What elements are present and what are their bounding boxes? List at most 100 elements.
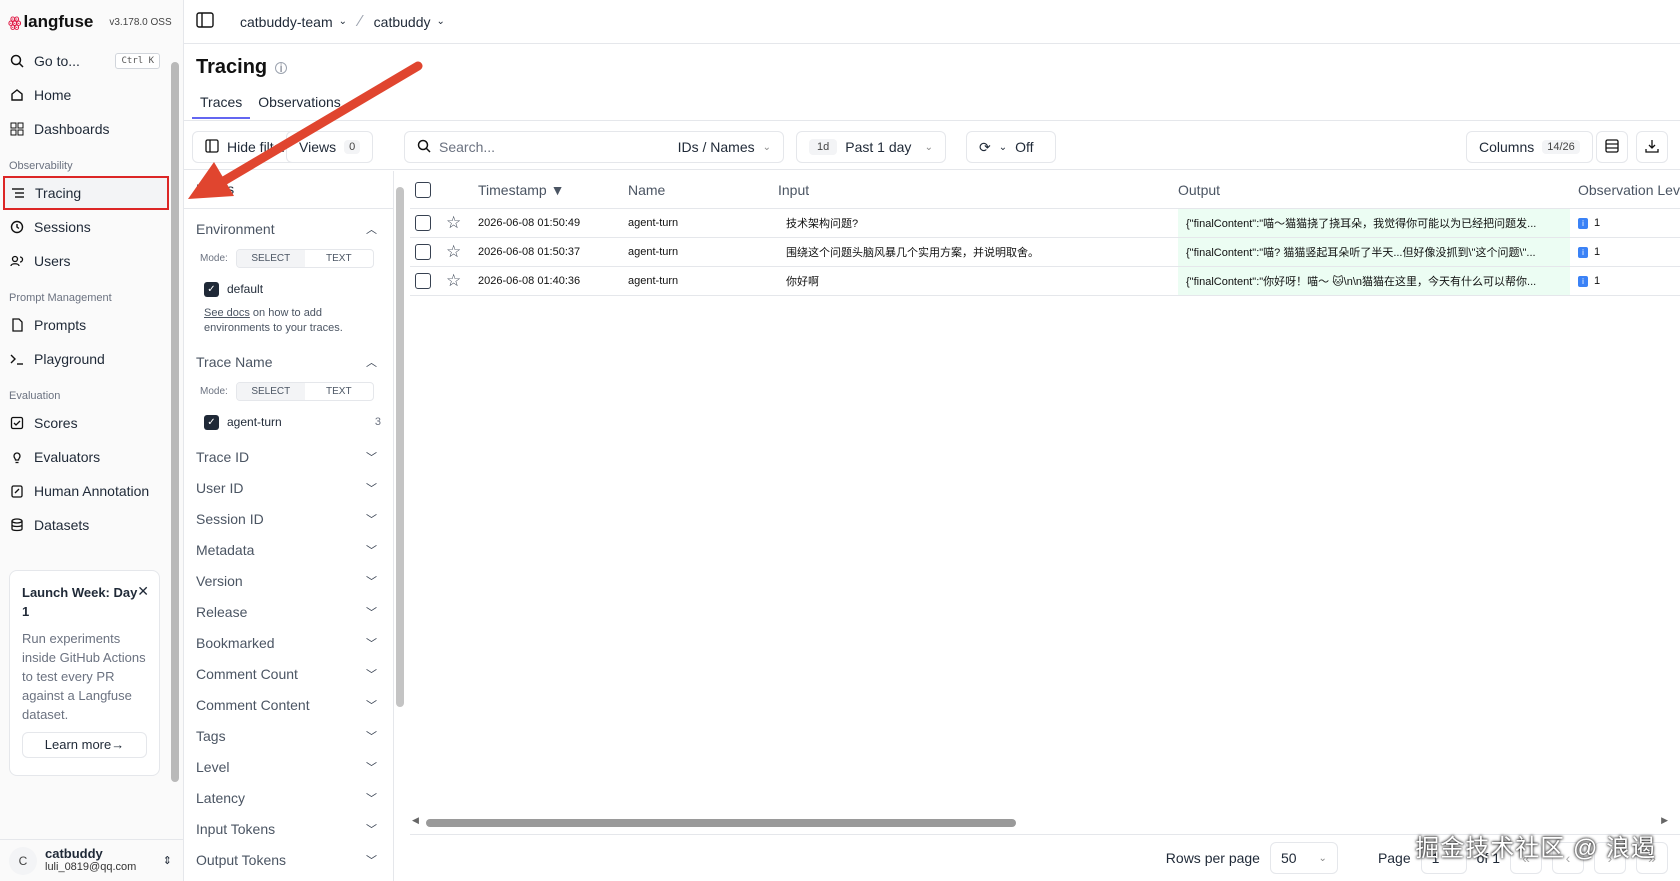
facet-comment-content[interactable]: Comment Content ﹀ — [184, 689, 393, 720]
date-range-picker[interactable]: 1d Past 1 day ⌄ — [796, 131, 946, 163]
mode-toggle[interactable]: SELECT TEXT — [235, 381, 374, 401]
brand[interactable]: ꙮ langfuse v3.178.0 OSS — [0, 0, 183, 44]
sidebar-item-tracing[interactable]: Tracing — [3, 176, 169, 210]
scroll-right-icon[interactable]: ▶ — [1661, 815, 1668, 826]
cell-input[interactable]: 你好啊 — [778, 267, 1168, 295]
row-checkbox[interactable] — [415, 244, 431, 260]
cell-output[interactable]: {"finalContent":"喵? 猫猫竖起耳朵听了半天...但好像没抓到\… — [1178, 238, 1570, 266]
filters-scroll-thumb[interactable] — [396, 187, 404, 707]
col-input[interactable]: Input — [778, 171, 809, 208]
sidebar-item-sessions[interactable]: Sessions — [0, 210, 170, 244]
sidebar-item-human-annotation[interactable]: Human Annotation — [0, 474, 170, 508]
project-name: catbuddy — [373, 13, 431, 30]
refresh-control[interactable]: ⟳ ⌄ Off — [966, 131, 1056, 163]
cell-input[interactable]: 技术架构问题? — [778, 209, 1168, 237]
star-icon[interactable]: ☆ — [446, 209, 461, 237]
sidebar-item-users[interactable]: Users — [0, 244, 170, 278]
search-input[interactable]: Search... — [439, 139, 495, 155]
environment-option-default[interactable]: ✓ default — [184, 272, 393, 306]
close-icon[interactable]: ✕ — [137, 583, 149, 600]
facet-level[interactable]: Level ﹀ — [184, 751, 393, 782]
option-label: default — [227, 282, 264, 296]
mode-toggle[interactable]: SELECT TEXT — [235, 248, 374, 268]
facet-session-id[interactable]: Session ID ﹀ — [184, 503, 393, 534]
sidebar-scroll-thumb[interactable] — [171, 62, 179, 782]
clock-icon — [9, 219, 25, 235]
org-selector[interactable]: catbuddy-team ⌄ — [240, 14, 347, 30]
columns-button[interactable]: Columns 14/26 — [1466, 131, 1593, 163]
users-icon — [9, 253, 25, 269]
sidebar-item-playground[interactable]: Playground — [0, 342, 170, 376]
col-observation-level[interactable]: Observation Lev — [1578, 171, 1680, 208]
col-output[interactable]: Output — [1178, 171, 1220, 208]
col-name[interactable]: Name — [628, 171, 665, 208]
facet-bookmarked[interactable]: Bookmarked ﹀ — [184, 627, 393, 658]
row-checkbox[interactable] — [415, 215, 431, 231]
tab-observations[interactable]: Observations — [250, 86, 348, 119]
learn-more-button[interactable]: Learn more→ — [22, 732, 147, 758]
table-row[interactable]: ☆ 2026-06-08 01:50:37 agent-turn 围绕这个问题头… — [410, 238, 1680, 267]
facet-release[interactable]: Release ﹀ — [184, 596, 393, 627]
star-icon[interactable]: ☆ — [446, 267, 461, 295]
cell-output[interactable]: {"finalContent":"你好呀！喵～ 🐱\n\n猫猫在这里，今天有什么… — [1178, 267, 1570, 295]
environment-mode: Mode: SELECT TEXT — [184, 244, 393, 272]
select-all-checkbox[interactable] — [415, 181, 431, 198]
facet-version[interactable]: Version ﹀ — [184, 565, 393, 596]
info-icon[interactable]: i — [275, 61, 288, 75]
mode-select[interactable]: SELECT — [236, 249, 305, 267]
facet-latency[interactable]: Latency ﹀ — [184, 782, 393, 813]
search-mode-select[interactable]: IDs / Names ⌄ — [678, 139, 771, 155]
project-selector[interactable]: catbuddy ⌄ — [374, 14, 445, 30]
checkbox-checked[interactable]: ✓ — [204, 281, 219, 297]
user-menu[interactable]: C catbuddy luli_0819@qq.com ⇕ — [0, 839, 184, 881]
sidebar-toggle-icon[interactable] — [196, 12, 214, 31]
goto-button[interactable]: Go to... Ctrl K — [0, 44, 170, 78]
download-button[interactable] — [1636, 131, 1668, 163]
row-density-button[interactable] — [1596, 131, 1628, 163]
facet-output-tokens[interactable]: Output Tokens ﹀ — [184, 844, 393, 875]
mode-select[interactable]: SELECT — [236, 382, 305, 400]
facet-comment-count[interactable]: Comment Count ﹀ — [184, 658, 393, 689]
col-timestamp[interactable]: Timestamp ▼ — [478, 171, 564, 208]
row-checkbox[interactable] — [415, 273, 431, 289]
cell-name[interactable]: agent-turn — [628, 267, 678, 295]
chevron-down-icon: ﹀ — [366, 792, 377, 805]
sidebar-scrollbar[interactable] — [171, 50, 179, 820]
rows-per-page-select[interactable]: 50 ⌄ — [1269, 842, 1338, 874]
sidebar-item-evaluators[interactable]: Evaluators — [0, 440, 170, 474]
facet-input-tokens[interactable]: Input Tokens ﹀ — [184, 813, 393, 844]
star-icon[interactable]: ☆ — [446, 238, 461, 266]
cell-input[interactable]: 围绕这个问题头脑风暴几个实用方案，并说明取舍。 — [778, 238, 1168, 266]
sidebar-item-prompts[interactable]: Prompts — [0, 308, 170, 342]
table-row[interactable]: ☆ 2026-06-08 01:40:36 agent-turn 你好啊 {"f… — [410, 267, 1680, 296]
sidebar-item-home[interactable]: Home — [0, 78, 170, 112]
checkbox-checked[interactable]: ✓ — [204, 414, 219, 430]
sidebar-item-scores[interactable]: Scores — [0, 406, 170, 440]
filters-scrollbar[interactable] — [396, 177, 404, 877]
sidebar-item-datasets[interactable]: Datasets — [0, 508, 170, 542]
cell-output[interactable]: {"finalContent":"喵～猫猫挠了挠耳朵，我觉得你可能以为已经把问题… — [1178, 209, 1570, 237]
cell-name[interactable]: agent-turn — [628, 238, 678, 266]
org-name: catbuddy-team — [240, 13, 333, 30]
views-button[interactable]: Views 0 — [286, 131, 374, 163]
search-box[interactable]: Search... IDs / Names ⌄ — [404, 131, 784, 163]
see-docs-link[interactable]: See docs — [204, 307, 250, 319]
horizontal-scroll-thumb[interactable] — [426, 819, 1016, 827]
sidebar-item-dashboards[interactable]: Dashboards — [0, 112, 170, 146]
facet-user-id[interactable]: User ID ﹀ — [184, 472, 393, 503]
facet-trace-name[interactable]: Trace Name ︿ — [184, 346, 393, 377]
facet-trace-id[interactable]: Trace ID ﹀ — [184, 441, 393, 472]
mode-text[interactable]: TEXT — [305, 383, 373, 400]
cell-name[interactable]: agent-turn — [628, 209, 678, 237]
tab-traces[interactable]: Traces — [192, 86, 251, 119]
facet-tags[interactable]: Tags ﹀ — [184, 720, 393, 751]
facet-environment[interactable]: Environment ︿ — [184, 213, 393, 244]
trace-name-option[interactable]: ✓ agent-turn 3 — [184, 405, 393, 439]
check-square-icon — [9, 415, 25, 431]
facet-metadata[interactable]: Metadata ﹀ — [184, 534, 393, 565]
mode-text[interactable]: TEXT — [305, 250, 373, 267]
scroll-left-icon[interactable]: ◀ — [412, 815, 419, 826]
table-horizontal-scrollbar[interactable]: ◀ ▶ — [410, 815, 1668, 828]
refresh-icon[interactable]: ⟳ — [979, 139, 991, 156]
table-row[interactable]: ☆ 2026-06-08 01:50:49 agent-turn 技术架构问题?… — [410, 209, 1680, 238]
